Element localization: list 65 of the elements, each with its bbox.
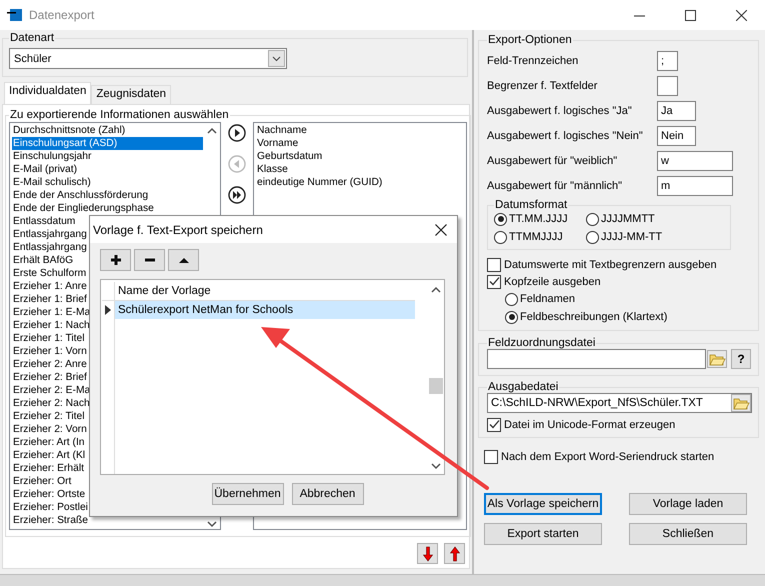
group-label: Datenart: [9, 32, 56, 44]
tab[interactable]: Zeugnisdaten: [91, 85, 172, 104]
group-label: Feldzuordnungsdatei: [487, 337, 596, 349]
field-label: Begrenzer f. Textfelder: [487, 80, 598, 92]
radio-label: JJJJ-MM-TT: [601, 231, 662, 243]
action-button[interactable]: Schließen: [629, 523, 747, 545]
radio-option[interactable]: TT.MM.JJJJ: [494, 211, 586, 227]
list-item[interactable]: Einschulungsart (ASD): [12, 137, 203, 150]
dropdown-value: Schüler: [14, 52, 52, 64]
input-field[interactable]: Ja: [657, 100, 696, 120]
list-item[interactable]: Geburtsdatum: [256, 150, 466, 163]
radio-label: JJJJMMTT: [601, 213, 655, 225]
table-cell[interactable]: Schülerexport NetMan for Schools: [115, 301, 415, 319]
radio-label: Feldnamen: [520, 293, 576, 305]
field-value: Ja: [661, 104, 673, 116]
list-item[interactable]: E-Mail (privat): [12, 163, 203, 176]
checkbox-label: Kopfzeile ausgeben: [504, 276, 601, 288]
list-item[interactable]: Durchschnittsnote (Zahl): [12, 124, 203, 137]
radio-option[interactable]: JJJJ-MM-TT: [586, 229, 724, 245]
list-item[interactable]: Klasse: [256, 163, 466, 176]
list-item[interactable]: Ende der Anschlussförderung: [12, 189, 203, 202]
group-label: Ausgabedatei: [487, 381, 560, 393]
field-label: Ausgabewert f. logisches "Nein": [487, 130, 644, 142]
field-value: Nein: [661, 130, 684, 142]
radio-option[interactable]: TTMMJJJJ: [494, 229, 586, 245]
group-label: Datumsformat: [494, 199, 568, 211]
file-path: C:\SchILD-NRW\Export_NfS\Schüler.TXT: [491, 397, 703, 409]
action-button[interactable]: Als Vorlage speichern: [484, 493, 602, 515]
column-header: Name der Vorlage: [117, 284, 211, 299]
field-value: ;: [661, 54, 664, 66]
dialog-button[interactable]: Übernehmen: [212, 483, 284, 505]
action-button[interactable]: Vorlage laden: [629, 493, 747, 515]
list-item[interactable]: Einschulungsjahr: [12, 150, 203, 163]
input-field[interactable]: w: [657, 150, 733, 170]
dialog-title: Vorlage f. Text-Export speichern: [93, 222, 263, 236]
action-button[interactable]: Export starten: [484, 523, 602, 545]
dialog-button[interactable]: Abbrechen: [292, 483, 364, 505]
field-label: Ausgabewert für "männlich": [487, 180, 623, 192]
help-button[interactable]: ?: [731, 349, 751, 369]
checkbox-label: Nach dem Export Word-Seriendruck starten: [501, 450, 714, 462]
list-item[interactable]: Ende der Eingliederungsphase: [12, 202, 203, 215]
group-label: Export-Optionen: [487, 34, 573, 46]
input-field[interactable]: m: [657, 176, 733, 196]
radio-label: TT.MM.JJJJ: [509, 213, 568, 225]
list-item[interactable]: eindeutige Nummer (GUID): [256, 176, 466, 189]
checkbox-label: Datei im Unicode-Format erzeugen: [504, 418, 676, 430]
list-item[interactable]: Nachname: [256, 124, 466, 137]
list-item[interactable]: Erzieher: Straße: [12, 514, 203, 527]
input-field[interactable]: ;: [657, 50, 678, 70]
radio-label: TTMMJJJJ: [509, 231, 563, 243]
list-item[interactable]: Vorname: [256, 137, 466, 150]
field-label: Feld-Trennzeichen: [487, 54, 580, 66]
group-label: Zu exportierende Informationen auswählen: [9, 109, 230, 121]
list-item[interactable]: E-Mail schulisch): [12, 176, 203, 189]
tab[interactable]: Individualdaten: [4, 82, 92, 104]
field-value: w: [661, 154, 669, 166]
field-value: m: [661, 180, 670, 192]
window-title: Datenexport: [29, 8, 94, 22]
input-field[interactable]: Nein: [657, 126, 696, 146]
radio-option[interactable]: JJJJMMTT: [586, 211, 724, 227]
field-label: Ausgabewert für "weiblich": [487, 154, 618, 166]
data-type-dropdown[interactable]: Schüler: [9, 48, 287, 69]
radio-label: Feldbeschreibungen (Klartext): [520, 311, 668, 323]
field-label: Ausgabewert f. logisches "Ja": [487, 104, 633, 116]
checkbox-label: Datumswerte mit Textbegrenzern ausgeben: [504, 258, 717, 270]
